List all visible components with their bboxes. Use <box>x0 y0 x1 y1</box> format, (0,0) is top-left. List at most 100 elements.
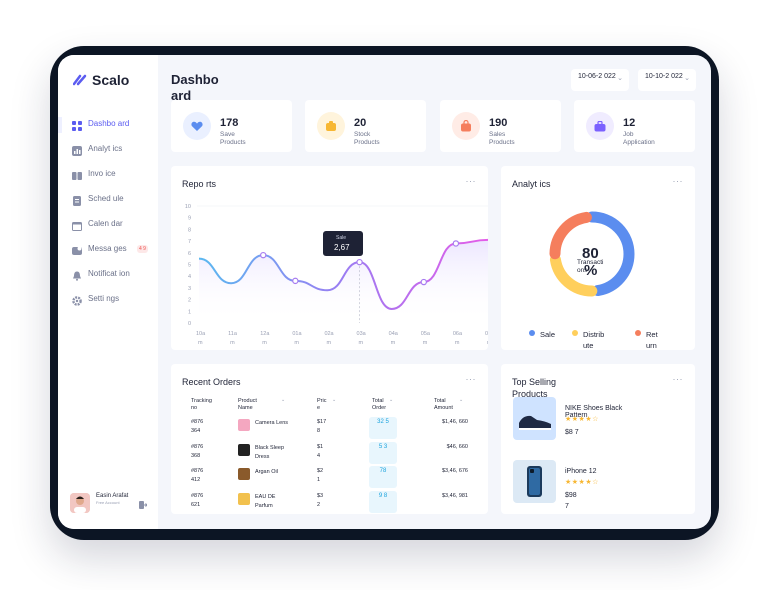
tracking-cell: #876 364 <box>191 419 204 434</box>
data-point[interactable] <box>420 278 427 286</box>
x-tick-label: 11a <box>228 331 238 337</box>
x-tick-label: 07a <box>485 331 488 337</box>
sidebar: Scalo Dashbo ard Analyt ics Invo ice Sch… <box>58 55 158 529</box>
message-count-badge: 4 9 <box>137 245 148 253</box>
calendar-icon <box>72 222 82 231</box>
tracking-cell: #876 412 <box>191 468 204 483</box>
sidebar-item-label: Notificat ion <box>88 269 130 278</box>
logo: Scalo <box>73 72 129 88</box>
sidebar-item-invoice[interactable]: Invo ice <box>58 169 158 194</box>
svg-text:⌄: ⌄ <box>332 397 336 403</box>
sidebar-item-analytics[interactable]: Analyt ics <box>58 144 158 169</box>
bag-icon <box>452 112 480 140</box>
x-tick-label: 05a <box>421 331 431 337</box>
product-thumbnail <box>238 419 250 431</box>
product-thumbnail <box>238 492 250 505</box>
product-image-iphone[interactable] <box>513 460 556 503</box>
avatar <box>70 493 90 513</box>
briefcase-icon <box>586 112 614 140</box>
x-tick-label: m <box>198 340 203 346</box>
sidebar-item-label: Dashbo ard <box>88 119 130 128</box>
qty-cell: 5 3 <box>369 441 397 464</box>
y-tick-label: 2 <box>188 298 191 304</box>
x-tick-label: m <box>423 340 428 346</box>
chart-icon <box>72 146 82 156</box>
stat-card-stock-products[interactable]: 20 Stock Products <box>305 100 426 152</box>
stat-card-save-products[interactable]: 178 Save Products <box>171 100 292 152</box>
sidebar-item-label: Messa ges <box>88 244 127 253</box>
data-point[interactable] <box>292 277 299 285</box>
app-screen: Scalo Dashbo ard Analyt ics Invo ice Sch… <box>58 55 711 529</box>
logout-icon[interactable] <box>139 501 147 509</box>
date-from-value: 10-06-2 022 <box>578 73 616 80</box>
y-tick-label: 4 <box>188 274 191 280</box>
data-point[interactable] <box>356 258 363 266</box>
stat-card-sales-products[interactable]: 190 Sales Products <box>440 100 561 152</box>
legend-dot-return <box>635 330 641 336</box>
product-price: $8 7 <box>565 429 579 436</box>
x-tick-label: 06a <box>453 331 463 337</box>
legend-dot-distribute <box>572 330 578 336</box>
schedule-icon <box>73 196 81 206</box>
logo-text: Scalo <box>92 72 130 88</box>
svg-text:⌄: ⌄ <box>389 397 393 403</box>
x-tick-label: m <box>455 340 460 346</box>
amount-cell: $3,46, 981 <box>442 492 468 499</box>
sidebar-item-messages[interactable]: Messa ges 4 9 <box>58 244 158 269</box>
x-tick-label: m <box>262 340 267 346</box>
bell-icon <box>73 271 81 281</box>
x-tick-label: 10a <box>196 331 206 337</box>
product-name[interactable]: iPhone 12 <box>565 468 635 475</box>
user-profile[interactable]: Easin Arafat Free Account <box>70 493 128 513</box>
x-tick-label: m <box>391 340 396 346</box>
message-icon <box>72 246 82 255</box>
y-tick-label: 10 <box>185 204 191 210</box>
grid-icon <box>72 121 82 131</box>
stat-value: 190 <box>489 117 508 129</box>
stat-label: Sales Products <box>489 131 515 146</box>
product-cell: Camera Lens <box>255 420 289 426</box>
product-cell: Black Sleep Dress <box>255 444 285 460</box>
chevron-down-icon: ⌄ <box>617 75 623 82</box>
sidebar-item-label: Sched ule <box>88 194 124 203</box>
data-point[interactable] <box>260 251 267 259</box>
x-tick-label: 03a <box>357 331 367 337</box>
amount-cell: $3,46, 676 <box>442 468 468 474</box>
date-to-value: 10-10-2 022 <box>645 73 683 80</box>
heart-icon <box>183 112 211 140</box>
x-tick-label: 12a <box>260 331 270 337</box>
y-tick-label: 0 <box>188 321 191 327</box>
sidebar-item-label: Setti ngs <box>88 294 120 303</box>
y-tick-label: 8 <box>188 227 191 233</box>
sidebar-item-notification[interactable]: Notificat ion <box>58 269 158 294</box>
stat-value: 20 <box>354 117 367 129</box>
data-point[interactable] <box>452 240 460 247</box>
sidebar-nav: Dashbo ard Analyt ics Invo ice Sched ule… <box>58 117 158 319</box>
date-to-picker[interactable]: 10-10-2 022 ⌄ <box>638 69 696 91</box>
stat-card-job-application[interactable]: 12 Job Application <box>574 100 695 152</box>
sidebar-item-settings[interactable]: Setti ngs <box>58 294 158 319</box>
x-tick-label: m <box>326 340 331 346</box>
sidebar-item-dashboard[interactable]: Dashbo ard <box>58 117 158 144</box>
stat-value: 178 <box>220 117 239 129</box>
price-cell: $3 2 <box>317 492 324 508</box>
stat-label: Stock Products <box>354 131 380 146</box>
y-tick-label: 1 <box>188 309 191 315</box>
product-image-shoes[interactable] <box>513 397 556 440</box>
y-tick-label: 3 <box>188 286 191 292</box>
more-icon[interactable]: ··· <box>673 374 684 384</box>
date-from-picker[interactable]: 10-06-2 022 ⌄ <box>571 69 629 91</box>
gear-icon <box>72 296 82 306</box>
stat-label: Job Application <box>623 131 655 146</box>
qty-cell: 78 <box>369 466 397 488</box>
y-tick-label: 9 <box>188 216 191 222</box>
legend-return: Ret urn <box>646 330 658 350</box>
svg-text:⌄: ⌄ <box>459 397 463 403</box>
amount-cell: $46, 660 <box>446 443 468 450</box>
price-cell: $17 8 <box>317 419 327 434</box>
star-rating: ★★★★☆ <box>565 479 599 486</box>
y-tick-label: 5 <box>188 263 191 269</box>
sidebar-item-calendar[interactable]: Calen dar <box>58 219 158 244</box>
product-cell: Argan Oil <box>255 469 278 475</box>
sidebar-item-schedule[interactable]: Sched ule <box>58 194 158 219</box>
